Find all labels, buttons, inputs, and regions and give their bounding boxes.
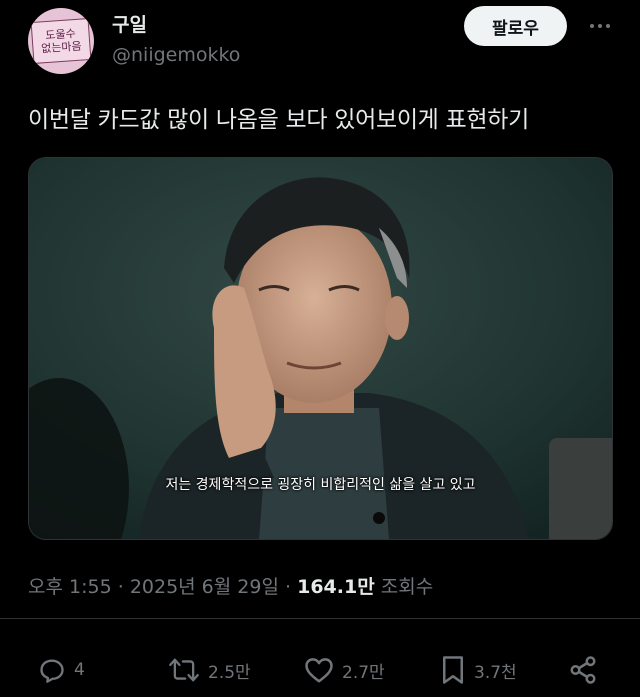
reply-button[interactable]: 4 <box>38 648 85 692</box>
share-icon <box>570 656 596 684</box>
retweet-button[interactable]: 2.5만 <box>168 648 251 692</box>
share-button[interactable] <box>568 648 598 692</box>
avatar[interactable]: 도울수 없는마음 <box>28 8 94 74</box>
tweet-meta: 오후 1:55 · 2025년 6월 29일 · 164.1만 조회수 <box>28 572 433 599</box>
bookmark-button[interactable]: 3.7천 <box>440 648 517 692</box>
action-bar: 4 2.5만 2.7만 3.7천 <box>0 648 640 692</box>
heart-icon <box>305 658 333 683</box>
tweet-date[interactable]: 2025년 6월 29일 <box>130 576 279 598</box>
like-count: 2.7만 <box>342 662 385 683</box>
tweet-media[interactable]: 저는 경제학적으로 굉장히 비합리적인 삶을 살고 있고 <box>28 157 613 540</box>
retweet-count: 2.5만 <box>208 662 251 683</box>
retweet-icon <box>169 658 199 682</box>
follow-button[interactable]: 팔로우 <box>464 6 567 46</box>
tweet-time[interactable]: 오후 1:55 <box>28 576 112 598</box>
views-count: 164.1만 <box>297 576 375 598</box>
user-handle[interactable]: @niigemokko <box>112 44 240 66</box>
bookmark-icon <box>443 656 463 684</box>
reply-icon <box>40 659 64 683</box>
avatar-text-line2: 없는마음 <box>40 39 83 56</box>
display-name[interactable]: 구일 <box>112 10 147 37</box>
tweet-text: 이번달 카드값 많이 나옴을 보다 있어보이게 표현하기 <box>28 107 529 133</box>
reply-count: 4 <box>74 660 85 680</box>
more-options-button[interactable] <box>580 10 620 42</box>
bookmark-count: 3.7천 <box>474 662 517 683</box>
divider <box>0 618 640 619</box>
like-button[interactable]: 2.7만 <box>304 648 385 692</box>
avatar-image: 도울수 없는마음 <box>30 18 92 64</box>
meta-separator: · <box>285 576 292 598</box>
more-horizontal-icon <box>590 24 594 28</box>
views-label: 조회수 <box>380 576 434 598</box>
media-subtitle: 저는 경제학적으로 굉장히 비합리적인 삶을 살고 있고 <box>165 477 476 493</box>
meta-separator: · <box>117 576 124 598</box>
